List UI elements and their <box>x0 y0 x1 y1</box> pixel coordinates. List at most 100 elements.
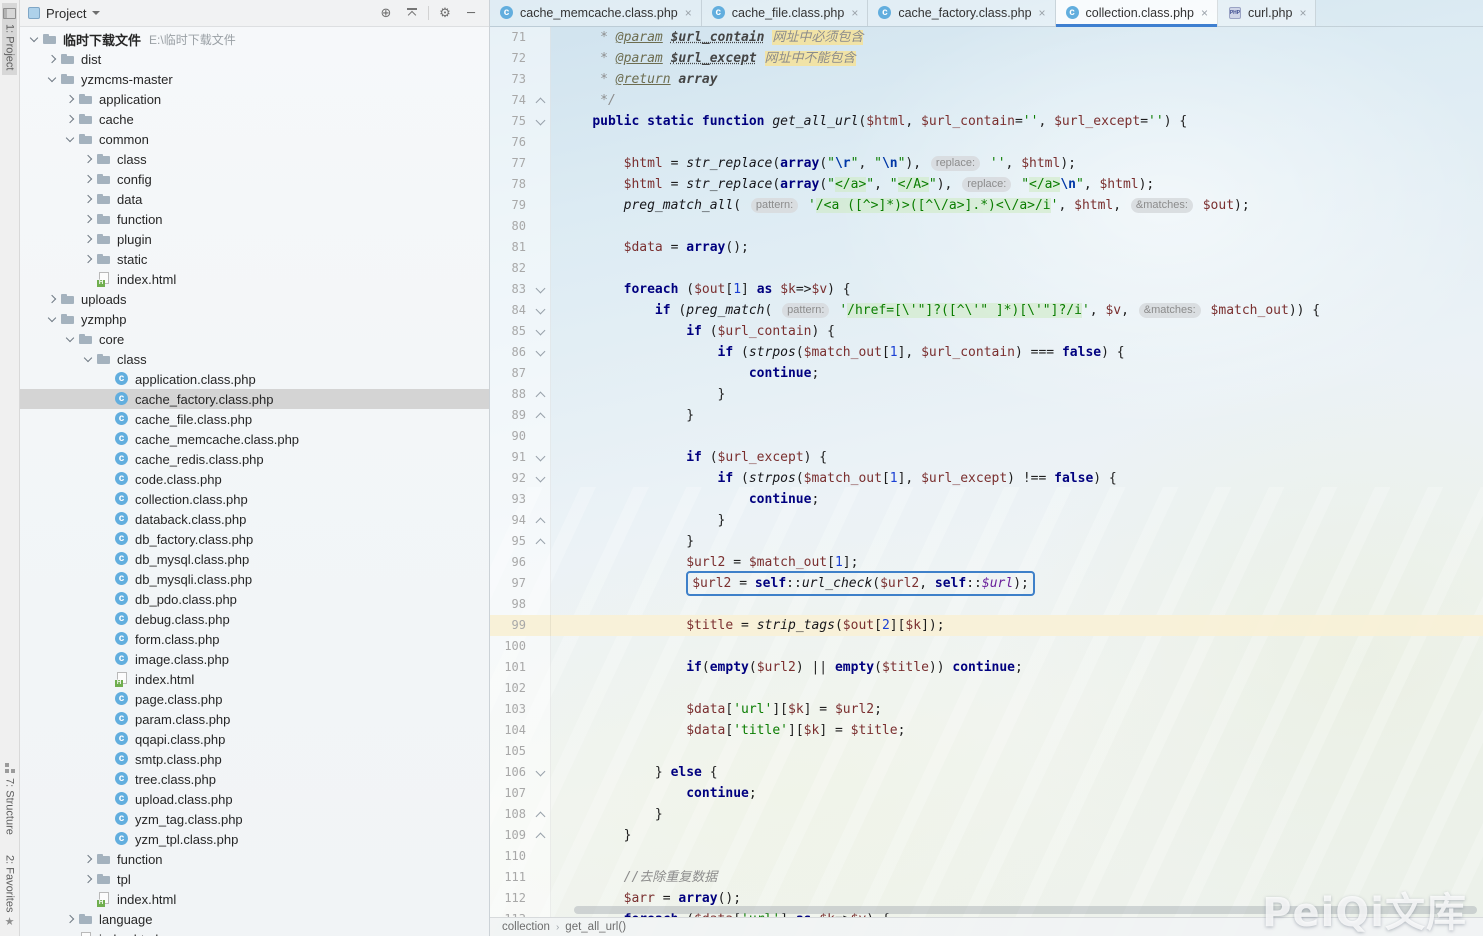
chevron-collapsed-icon[interactable] <box>44 291 60 307</box>
code-line-93[interactable]: 93 continue; <box>490 489 1483 510</box>
fold-down-icon[interactable] <box>532 321 551 342</box>
code-line-76[interactable]: 76 <box>490 132 1483 153</box>
fold-up-icon[interactable] <box>532 804 551 825</box>
code-line-78[interactable]: 78 $html = str_replace(array("</a>", "</… <box>490 174 1483 195</box>
tree-item-code-class-php[interactable]: code.class.php <box>20 469 489 489</box>
code-line-73[interactable]: 73 * @return array <box>490 69 1483 90</box>
tree-item-cache-file-class-php[interactable]: cache_file.class.php <box>20 409 489 429</box>
tree-item-dist[interactable]: dist <box>20 49 489 69</box>
close-tab-icon[interactable]: × <box>685 6 692 20</box>
tree-item-db-mysqli-class-php[interactable]: db_mysqli.class.php <box>20 569 489 589</box>
code-line-87[interactable]: 87 continue; <box>490 363 1483 384</box>
tab-cache-file-class-php[interactable]: cache_file.class.php× <box>702 0 869 26</box>
fold-up-icon[interactable] <box>532 510 551 531</box>
code-line-88[interactable]: 88 } <box>490 384 1483 405</box>
tree-item-function[interactable]: function <box>20 849 489 869</box>
tree-item-image-class-php[interactable]: image.class.php <box>20 649 489 669</box>
code-line-94[interactable]: 94 } <box>490 510 1483 531</box>
tree-item-cache-memcache-class-php[interactable]: cache_memcache.class.php <box>20 429 489 449</box>
code-line-101[interactable]: 101 if(empty($url2) || empty($title)) co… <box>490 657 1483 678</box>
code-line-99[interactable]: 99 $title = strip_tags($out[2][$k]); <box>490 615 1483 636</box>
tree-item-yzm-tag-class-php[interactable]: yzm_tag.class.php <box>20 809 489 829</box>
tree-item-qqapi-class-php[interactable]: qqapi.class.php <box>20 729 489 749</box>
close-tab-icon[interactable]: × <box>1299 6 1306 20</box>
code-line-74[interactable]: 74 */ <box>490 90 1483 111</box>
fold-down-icon[interactable] <box>532 468 551 489</box>
close-tab-icon[interactable]: × <box>1039 6 1046 20</box>
chevron-collapsed-icon[interactable] <box>80 231 96 247</box>
tree-item-cache[interactable]: cache <box>20 109 489 129</box>
chevron-collapsed-icon[interactable] <box>80 251 96 267</box>
tree-item-application-class-php[interactable]: application.class.php <box>20 369 489 389</box>
chevron-expanded-icon[interactable] <box>26 31 42 47</box>
code-line-92[interactable]: 92 if (strpos($match_out[1], $url_except… <box>490 468 1483 489</box>
tree-item-db-pdo-class-php[interactable]: db_pdo.class.php <box>20 589 489 609</box>
tree-item-db-factory-class-php[interactable]: db_factory.class.php <box>20 529 489 549</box>
tree-item-config[interactable]: config <box>20 169 489 189</box>
code-line-104[interactable]: 104 $data['title'][$k] = $title; <box>490 720 1483 741</box>
chevron-collapsed-icon[interactable] <box>80 851 96 867</box>
code-line-72[interactable]: 72 * @param $url_except 网址中不能包含 <box>490 48 1483 69</box>
tree-item-临时下载文件[interactable]: 临时下载文件E:\临时下载文件 <box>20 29 489 49</box>
tree-item-upload-class-php[interactable]: upload.class.php <box>20 789 489 809</box>
chevron-collapsed-icon[interactable] <box>80 171 96 187</box>
tree-item-common[interactable]: common <box>20 129 489 149</box>
tree-item-index-html[interactable]: index.html <box>20 669 489 689</box>
tree-item-index-html[interactable]: index.html <box>20 929 489 936</box>
chevron-collapsed-icon[interactable] <box>80 871 96 887</box>
chevron-collapsed-icon[interactable] <box>44 51 60 67</box>
tree-item-class[interactable]: class <box>20 149 489 169</box>
fold-down-icon[interactable] <box>532 111 551 132</box>
hide-panel-icon[interactable]: ─ <box>461 6 481 21</box>
fold-up-icon[interactable] <box>532 384 551 405</box>
chevron-collapsed-icon[interactable] <box>80 211 96 227</box>
tree-item-application[interactable]: application <box>20 89 489 109</box>
tree-item-page-class-php[interactable]: page.class.php <box>20 689 489 709</box>
code-line-111[interactable]: 111 //去除重复数据 <box>490 867 1483 888</box>
fold-down-icon[interactable] <box>532 447 551 468</box>
tool-window-button-2-favorites[interactable]: 2: Favorites★ <box>3 850 17 933</box>
code-line-89[interactable]: 89 } <box>490 405 1483 426</box>
fold-down-icon[interactable] <box>532 342 551 363</box>
chevron-collapsed-icon[interactable] <box>80 191 96 207</box>
tree-item-databack-class-php[interactable]: databack.class.php <box>20 509 489 529</box>
tree-item-class[interactable]: class <box>20 349 489 369</box>
tool-window-button-1-project[interactable]: 1: Project <box>2 3 17 75</box>
tab-collection-class-php[interactable]: collection.class.php× <box>1056 0 1218 26</box>
code-editor[interactable]: 71 * @param $url_contain 网址中必须包含72 * @pa… <box>490 27 1483 917</box>
tree-item-debug-class-php[interactable]: debug.class.php <box>20 609 489 629</box>
chevron-expanded-icon[interactable] <box>62 331 78 347</box>
tree-item-tree-class-php[interactable]: tree.class.php <box>20 769 489 789</box>
project-panel-title[interactable]: Project <box>46 6 86 21</box>
tree-item-core[interactable]: core <box>20 329 489 349</box>
tree-item-plugin[interactable]: plugin <box>20 229 489 249</box>
code-line-71[interactable]: 71 * @param $url_contain 网址中必须包含 <box>490 27 1483 48</box>
fold-down-icon[interactable] <box>532 762 551 783</box>
fold-up-icon[interactable] <box>532 531 551 552</box>
code-line-98[interactable]: 98 <box>490 594 1483 615</box>
fold-up-icon[interactable] <box>532 405 551 426</box>
code-line-79[interactable]: 79 preg_match_all( pattern: '/<a ([^>]*)… <box>490 195 1483 216</box>
tree-item-data[interactable]: data <box>20 189 489 209</box>
tree-item-yzmcms-master[interactable]: yzmcms-master <box>20 69 489 89</box>
code-line-96[interactable]: 96 $url2 = $match_out[1]; <box>490 552 1483 573</box>
chevron-collapsed-icon[interactable] <box>80 151 96 167</box>
tree-item-cache-factory-class-php[interactable]: cache_factory.class.php <box>20 389 489 409</box>
settings-icon[interactable]: ⚙ <box>435 6 455 21</box>
close-tab-icon[interactable]: × <box>1201 6 1208 20</box>
chevron-collapsed-icon[interactable] <box>62 111 78 127</box>
code-line-103[interactable]: 103 $data['url'][$k] = $url2; <box>490 699 1483 720</box>
tree-item-yzm-tpl-class-php[interactable]: yzm_tpl.class.php <box>20 829 489 849</box>
breadcrumb-item-collection[interactable]: collection <box>502 921 550 933</box>
tab-cache-memcache-class-php[interactable]: cache_memcache.class.php× <box>490 0 702 26</box>
close-tab-icon[interactable]: × <box>851 6 858 20</box>
tool-window-button-7-structure[interactable]: 7: Structure <box>3 758 17 840</box>
tree-item-static[interactable]: static <box>20 249 489 269</box>
fold-up-icon[interactable] <box>532 90 551 111</box>
collapse-all-icon[interactable] <box>402 8 422 19</box>
code-line-77[interactable]: 77 $html = str_replace(array("\r", "\n")… <box>490 153 1483 174</box>
code-line-109[interactable]: 109 } <box>490 825 1483 846</box>
code-line-107[interactable]: 107 continue; <box>490 783 1483 804</box>
tree-item-param-class-php[interactable]: param.class.php <box>20 709 489 729</box>
fold-down-icon[interactable] <box>532 300 551 321</box>
